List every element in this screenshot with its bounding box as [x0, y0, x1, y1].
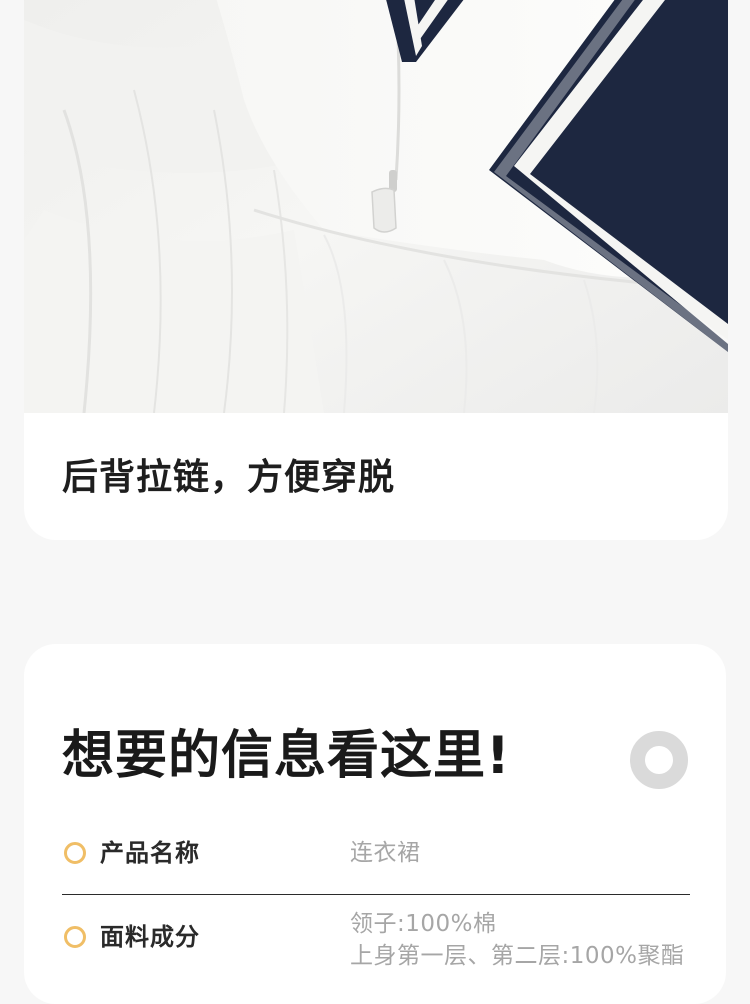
info-card-title: 想要的信息看这里! [62, 726, 511, 786]
info-row-label: 面料成分 [100, 923, 200, 951]
bullet-ring-icon [64, 926, 86, 948]
feature-card: 后背拉链，方便穿脱 [24, 0, 728, 540]
info-row-values: 领子:100%棉 上身第一层、第二层:100%聚酯 [350, 908, 710, 972]
info-row-value: 上身第一层、第二层:100%聚酯 [350, 943, 685, 969]
product-photo [24, 0, 728, 413]
info-row-product-name: 产品名称 连衣裙 [62, 832, 690, 895]
info-row-value: 领子:100%棉 [350, 911, 497, 937]
info-row-label: 产品名称 [100, 839, 200, 867]
feature-caption: 后背拉链，方便穿脱 [62, 457, 396, 498]
ring-icon [630, 731, 688, 789]
product-info-card: 想要的信息看这里! 产品名称 连衣裙 面料成分 领子:100%棉 上身第一层、第… [24, 644, 726, 1004]
bullet-ring-icon [64, 842, 86, 864]
info-row-fabric: 面料成分 领子:100%棉 上身第一层、第二层:100%聚酯 [62, 911, 690, 1004]
info-row-value: 连衣裙 [350, 840, 421, 866]
